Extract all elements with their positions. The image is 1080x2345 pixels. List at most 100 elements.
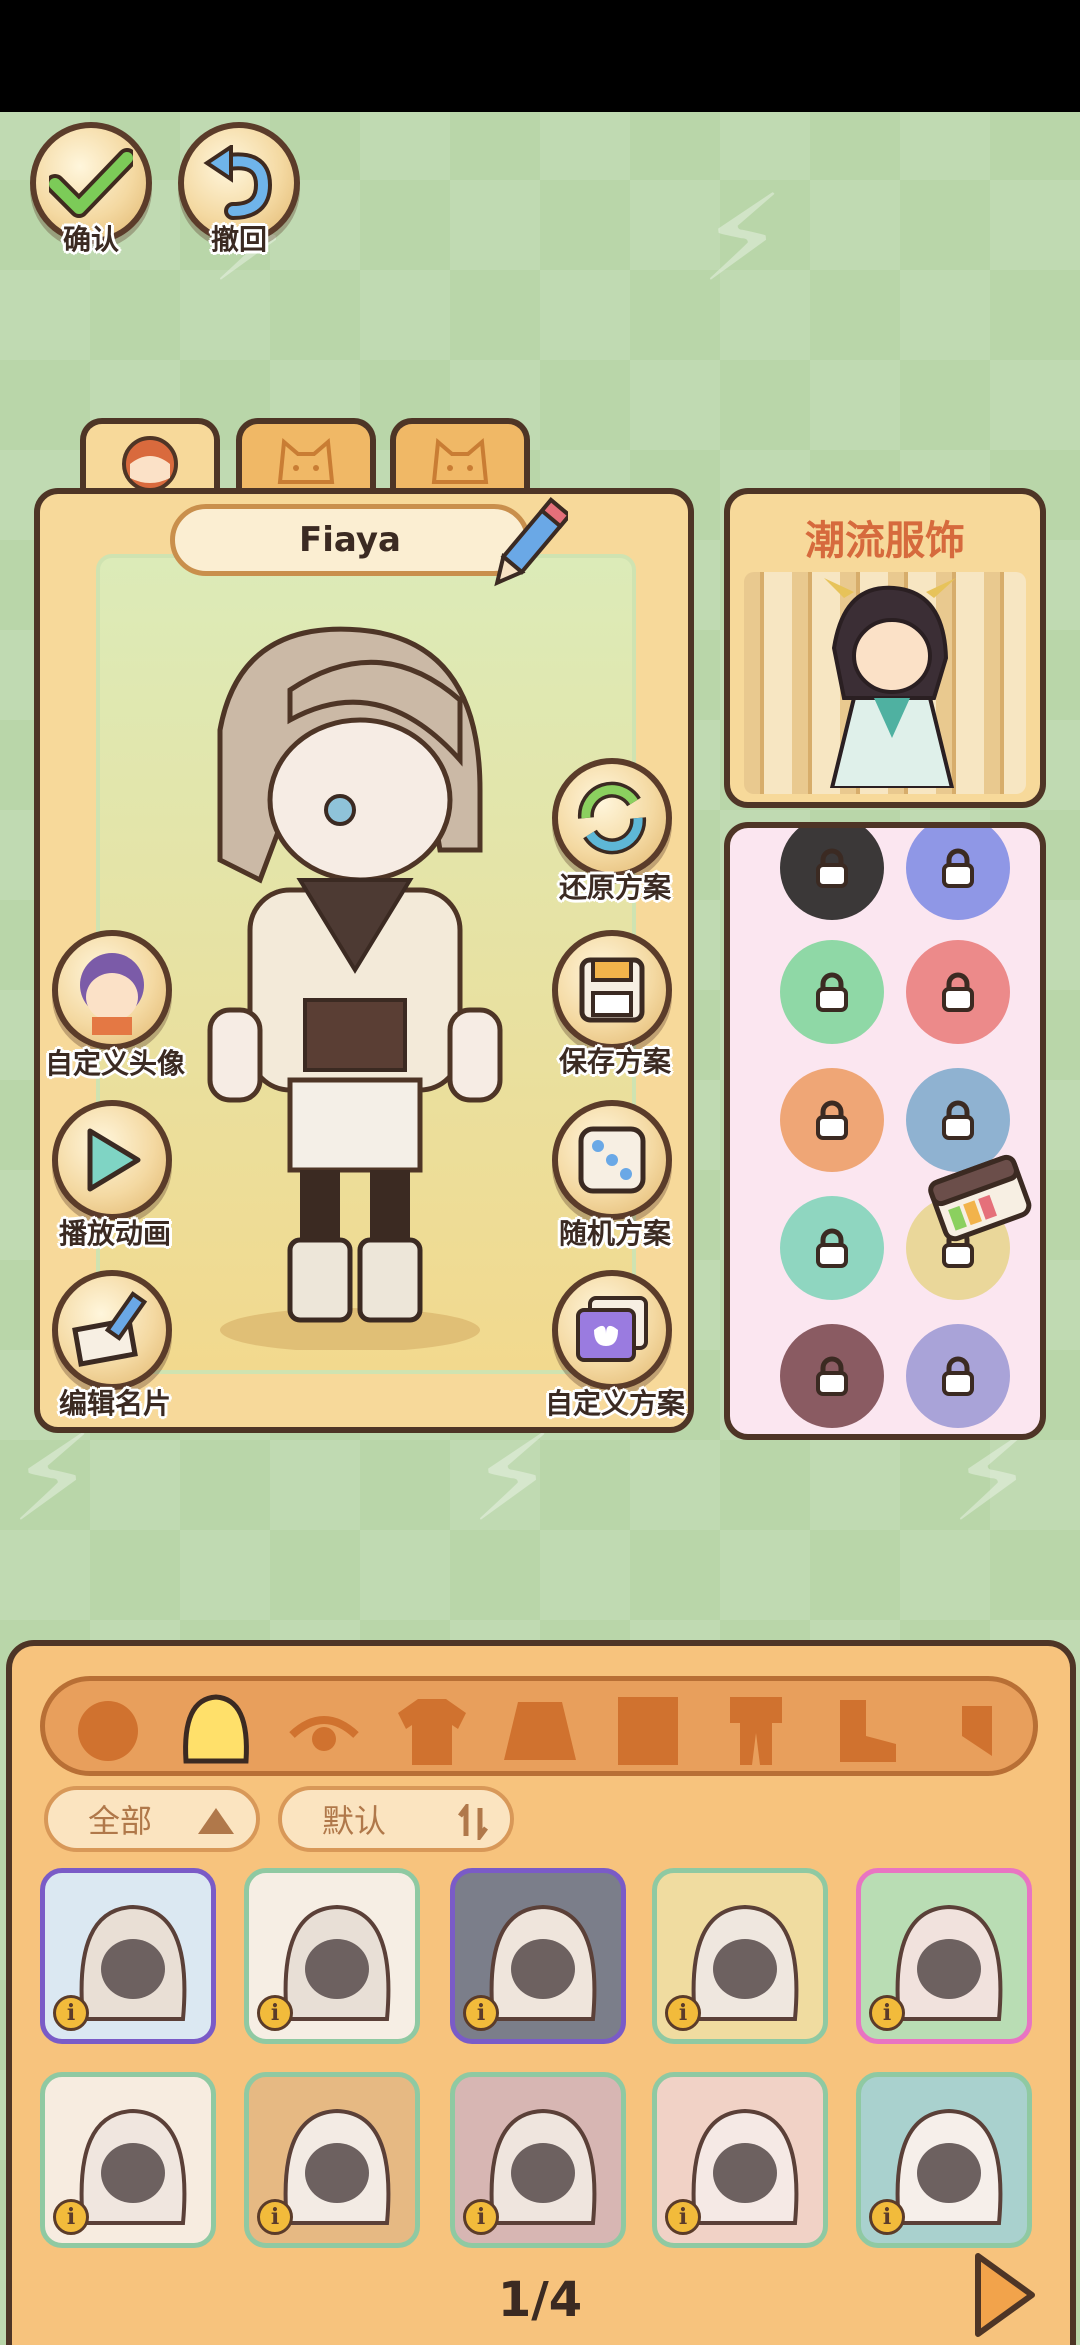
hair-preview-icon	[489, 2108, 597, 2225]
info-icon[interactable]: i	[869, 2199, 905, 2235]
hair-preview-icon	[895, 1904, 1003, 2021]
save-icon	[579, 957, 645, 1023]
hair-preview-icon	[79, 1904, 187, 2021]
sort-label: 默认	[322, 1802, 387, 1840]
trendy-fashion-title: 潮流服饰	[805, 518, 965, 564]
shoe-icon	[840, 1700, 896, 1762]
info-icon[interactable]: i	[463, 2199, 499, 2235]
dress-icon	[618, 1697, 678, 1765]
lock-icon	[816, 848, 848, 888]
hair-item-card[interactable]: i	[652, 2072, 828, 2248]
lock-icon	[942, 1100, 974, 1140]
hair-preview-icon	[79, 2108, 187, 2225]
fashion-preview-image	[744, 572, 1026, 794]
lock-icon	[816, 1356, 848, 1396]
info-icon[interactable]: i	[463, 1995, 499, 2031]
pencil-icon[interactable]	[488, 496, 568, 596]
triangle-up-icon	[198, 1808, 234, 1834]
skirt-icon	[504, 1702, 576, 1760]
category-accessory[interactable]	[929, 1691, 1015, 1771]
hair-item-card[interactable]: i	[244, 1868, 420, 2044]
custom-plan-button[interactable]	[552, 1270, 672, 1390]
trendy-fashion-card[interactable]: 潮流服饰	[724, 488, 1046, 808]
lock-icon	[816, 1100, 848, 1140]
category-outfit[interactable]	[713, 1691, 799, 1771]
cat-face-icon	[277, 437, 335, 484]
category-top[interactable]	[389, 1691, 475, 1771]
avatar-icon	[80, 953, 144, 1035]
play-animation-label: 播放动画	[58, 1217, 171, 1250]
color-swatch[interactable]	[780, 1324, 884, 1428]
color-swatch[interactable]	[780, 1068, 884, 1172]
random-plan-button[interactable]	[552, 1100, 672, 1220]
category-filter-label: 全部	[88, 1802, 153, 1840]
hair-item-card[interactable]: i	[856, 1868, 1032, 2044]
undo-arrow-icon	[203, 145, 273, 220]
info-icon[interactable]: i	[53, 2199, 89, 2235]
character-name[interactable]: Fiaya	[170, 504, 530, 576]
category-face[interactable]	[65, 1691, 151, 1771]
save-plan-button[interactable]	[552, 930, 672, 1050]
edit-card-button[interactable]	[52, 1270, 172, 1390]
category-eyes[interactable]	[281, 1691, 367, 1771]
color-swatch[interactable]	[906, 940, 1010, 1044]
undo-label: 撤回	[210, 223, 267, 256]
fashion-character-illustration	[824, 578, 956, 788]
lock-icon	[816, 1228, 848, 1268]
outfit-icon	[730, 1697, 782, 1765]
color-swatch[interactable]	[906, 828, 1010, 920]
info-icon[interactable]: i	[257, 1995, 293, 2031]
category-hair[interactable]	[173, 1691, 259, 1771]
category-filter-dropdown[interactable]: 全部	[44, 1786, 260, 1852]
color-swatch[interactable]	[780, 828, 884, 920]
save-plan-label: 保存方案	[558, 1045, 671, 1078]
hair-item-card[interactable]: i	[856, 2072, 1032, 2248]
cat-face-icon	[431, 437, 489, 484]
sort-dropdown[interactable]: 默认	[278, 1786, 514, 1852]
palette-toggle-icon[interactable]	[926, 1148, 1036, 1248]
page-indicator: 1/4	[497, 2272, 583, 2328]
info-icon[interactable]: i	[665, 1995, 701, 2031]
color-swatch[interactable]	[780, 1196, 884, 1300]
color-swatch-panel	[724, 822, 1046, 1440]
info-icon[interactable]: i	[869, 1995, 905, 2031]
info-icon[interactable]: i	[665, 2199, 701, 2235]
restore-icon	[577, 781, 647, 855]
lock-icon	[942, 848, 974, 888]
hair-item-card[interactable]: i	[450, 2072, 626, 2248]
custom-plan-label: 自定义方案	[544, 1387, 685, 1420]
face-icon	[78, 1701, 138, 1761]
next-page-arrow-icon[interactable]	[970, 2250, 1040, 2340]
hair-item-card[interactable]: i	[40, 2072, 216, 2248]
bolt-decoration-icon: ⚡	[470, 1410, 555, 1549]
category-skirt[interactable]	[497, 1691, 583, 1771]
hair-item-card[interactable]: i	[244, 2072, 420, 2248]
lock-icon	[942, 972, 974, 1012]
info-icon[interactable]: i	[53, 1995, 89, 2031]
character-face-icon	[122, 436, 178, 492]
category-bar	[40, 1676, 1038, 1776]
color-swatch[interactable]	[780, 940, 884, 1044]
status-bar	[0, 0, 1080, 112]
dice-icon	[578, 1126, 646, 1194]
checkmark-icon	[49, 148, 133, 218]
accessory-icon	[962, 1706, 992, 1756]
eye-icon	[289, 1716, 359, 1751]
hair-preview-icon	[283, 1904, 391, 2021]
custom-avatar-button[interactable]	[52, 930, 172, 1050]
color-swatch[interactable]	[906, 1324, 1010, 1428]
category-dress[interactable]	[605, 1691, 691, 1771]
category-shoes[interactable]	[821, 1691, 907, 1771]
play-animation-button[interactable]	[52, 1100, 172, 1220]
play-icon	[87, 1128, 141, 1192]
restore-plan-label: 还原方案	[558, 871, 671, 904]
hair-item-card[interactable]: i	[652, 1868, 828, 2044]
character-figure	[207, 626, 503, 1350]
info-icon[interactable]: i	[257, 2199, 293, 2235]
hair-item-card[interactable]: i	[450, 1868, 626, 2044]
hair-preview-icon	[895, 2108, 1003, 2225]
hair-item-card[interactable]: i	[40, 1868, 216, 2044]
hair-preview-icon	[691, 1904, 799, 2021]
lock-icon	[942, 1356, 974, 1396]
restore-plan-button[interactable]	[552, 758, 672, 878]
